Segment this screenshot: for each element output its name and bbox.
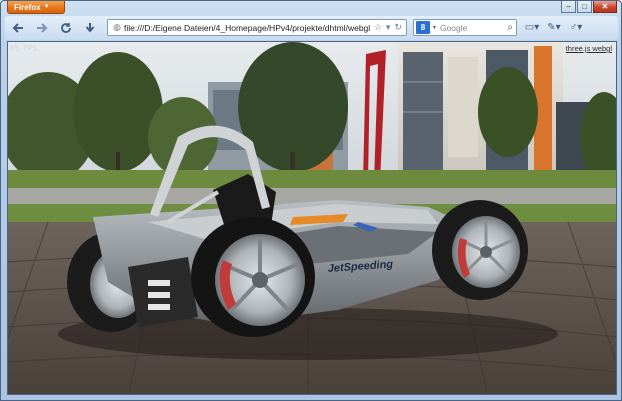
forward-button[interactable]: [33, 19, 51, 37]
bookmark-star-icon[interactable]: ☆: [374, 22, 382, 33]
addon-button[interactable]: ♂▾: [567, 19, 585, 36]
firefox-menu-button[interactable]: Firefox ▼: [7, 1, 65, 14]
close-icon: ✕: [601, 2, 609, 11]
address-bar[interactable]: ◍ file:///D:/Eigene Dateien/4_Homepage/H…: [107, 19, 407, 36]
minimize-button[interactable]: –: [561, 1, 576, 13]
firefox-menu-label: Firefox: [14, 2, 41, 12]
back-button[interactable]: [9, 19, 27, 37]
chevron-down-icon[interactable]: ▾: [386, 22, 391, 33]
feed-icon: ✎▾: [547, 22, 561, 33]
browser-window: Firefox ▼ – □ ✕ ◍ file:///D:/Eigene Date…: [0, 0, 622, 401]
download-button[interactable]: [81, 19, 99, 37]
toolbar-icons: ▭▾ ✎▾ ♂▾: [523, 19, 585, 36]
addon-icon: ♂▾: [569, 22, 583, 33]
search-icon[interactable]: ⌕: [507, 22, 516, 33]
feed-button[interactable]: ✎▾: [545, 19, 563, 36]
page-icon: ◍: [113, 22, 121, 32]
title-bar: Firefox ▼ – □ ✕: [1, 1, 621, 15]
address-text[interactable]: file:///D:/Eigene Dateien/4_Homepage/HPv…: [124, 23, 370, 33]
maximize-button[interactable]: □: [577, 1, 592, 13]
download-icon: [85, 23, 95, 33]
bookmarks-icon: ▭▾: [524, 22, 540, 33]
minimize-icon: –: [566, 2, 571, 11]
search-bar[interactable]: 8 ▼ Google ⌕: [413, 19, 517, 36]
close-button[interactable]: ✕: [593, 1, 617, 13]
reload-button[interactable]: [57, 19, 75, 37]
forward-icon: [37, 23, 48, 33]
search-engine-icon[interactable]: 8: [416, 21, 430, 34]
threejs-link[interactable]: three.js webgl: [566, 44, 612, 53]
maximize-icon: □: [582, 2, 587, 11]
chevron-down-icon: ▼: [43, 4, 50, 10]
car-scene: JetSpeeding: [8, 42, 616, 394]
reload-icon: [61, 23, 71, 33]
chevron-down-icon[interactable]: ▼: [432, 25, 437, 31]
bookmarks-button[interactable]: ▭▾: [523, 19, 541, 36]
search-input[interactable]: Google: [440, 23, 507, 33]
window-controls: – □ ✕: [561, 1, 617, 13]
webgl-canvas[interactable]: JetSpeeding 65 FPS three.js webgl: [7, 41, 617, 395]
navigation-toolbar: ◍ file:///D:/Eigene Dateien/4_Homepage/H…: [5, 16, 618, 40]
reload-icon[interactable]: ↻: [394, 22, 402, 33]
fps-counter: 65 FPS: [10, 44, 38, 53]
back-icon: [12, 23, 23, 33]
